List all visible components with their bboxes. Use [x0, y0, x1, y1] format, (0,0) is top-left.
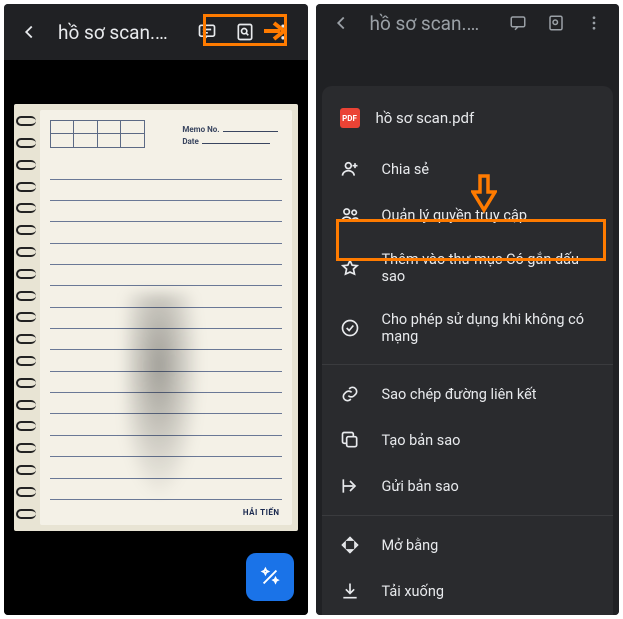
bottom-sheet: PDF hồ sơ scan.pdf Chia sẻ Quản lý quyền…	[322, 86, 614, 615]
document-title: hồ sơ scan.pdf	[58, 21, 178, 44]
menu-label: Chia sẻ	[382, 161, 430, 178]
menu-share[interactable]: Chia sẻ	[322, 146, 614, 192]
menu-label: Gửi bản sao	[382, 478, 459, 495]
back-icon[interactable]	[322, 4, 360, 42]
download-icon	[340, 581, 360, 601]
document-title: hồ sơ scan.pdf	[370, 12, 490, 35]
people-icon	[340, 205, 360, 225]
brand-text: HẢI TIẾN	[243, 508, 280, 517]
menu-open-with[interactable]: Mở bằng	[322, 522, 614, 568]
search-in-doc-icon[interactable]	[226, 13, 264, 51]
comment-icon[interactable]	[188, 13, 226, 51]
menu-make-copy[interactable]: Tạo bản sao	[322, 417, 614, 463]
search-in-doc-icon	[537, 4, 575, 42]
right-screenshot: hồ sơ scan.pdf PDF hồ sơ scan.pdf	[316, 4, 620, 615]
pdf-icon: PDF	[340, 108, 360, 128]
open-with-icon	[340, 535, 360, 555]
notebook-page-image: Memo No. Date HẢI TIẾN	[14, 104, 298, 531]
person-add-icon	[340, 159, 360, 179]
appbar-left: hồ sơ scan.pdf	[4, 4, 308, 60]
left-screenshot: hồ sơ scan.pdf	[4, 4, 308, 615]
menu-label: Quản lý quyền truy cập	[382, 207, 527, 224]
sheet-header: PDF hồ sơ scan.pdf	[322, 94, 614, 146]
send-icon	[340, 476, 360, 496]
menu-send-copy[interactable]: Gửi bản sao	[322, 463, 614, 509]
menu-manage-access[interactable]: Quản lý quyền truy cập	[322, 192, 614, 238]
copy-icon	[340, 430, 360, 450]
menu-add-star[interactable]: Thêm vào thư mục Có gắn dấu sao	[322, 238, 614, 298]
menu-label: Tải xuống	[382, 583, 444, 600]
menu-label: Tạo bản sao	[382, 432, 461, 449]
menu-download[interactable]: Tải xuống	[322, 568, 614, 614]
back-icon[interactable]	[10, 13, 48, 51]
appbar-right: hồ sơ scan.pdf	[316, 4, 620, 42]
magic-edit-fab[interactable]	[246, 553, 294, 601]
comment-icon	[499, 4, 537, 42]
menu-label: Thêm vào thư mục Có gắn dấu sao	[382, 251, 596, 285]
link-icon	[340, 384, 360, 404]
more-icon	[575, 4, 613, 42]
menu-label: Sao chép đường liên kết	[382, 386, 537, 403]
sheet-filename: hồ sơ scan.pdf	[376, 109, 475, 127]
menu-label: Cho phép sử dụng khi không có mạng	[382, 311, 596, 345]
memo-header: Memo No. Date	[182, 124, 277, 148]
menu-label: Mở bằng	[382, 537, 439, 554]
menu-copy-link[interactable]: Sao chép đường liên kết	[322, 371, 614, 417]
star-icon	[340, 258, 360, 278]
document-viewer[interactable]: Memo No. Date HẢI TIẾN	[4, 60, 308, 615]
menu-offline[interactable]: Cho phép sử dụng khi không có mạng	[322, 298, 614, 358]
menu-rename[interactable]: Đổi tên	[322, 614, 614, 615]
offline-icon	[340, 318, 360, 338]
more-icon[interactable]	[264, 13, 302, 51]
